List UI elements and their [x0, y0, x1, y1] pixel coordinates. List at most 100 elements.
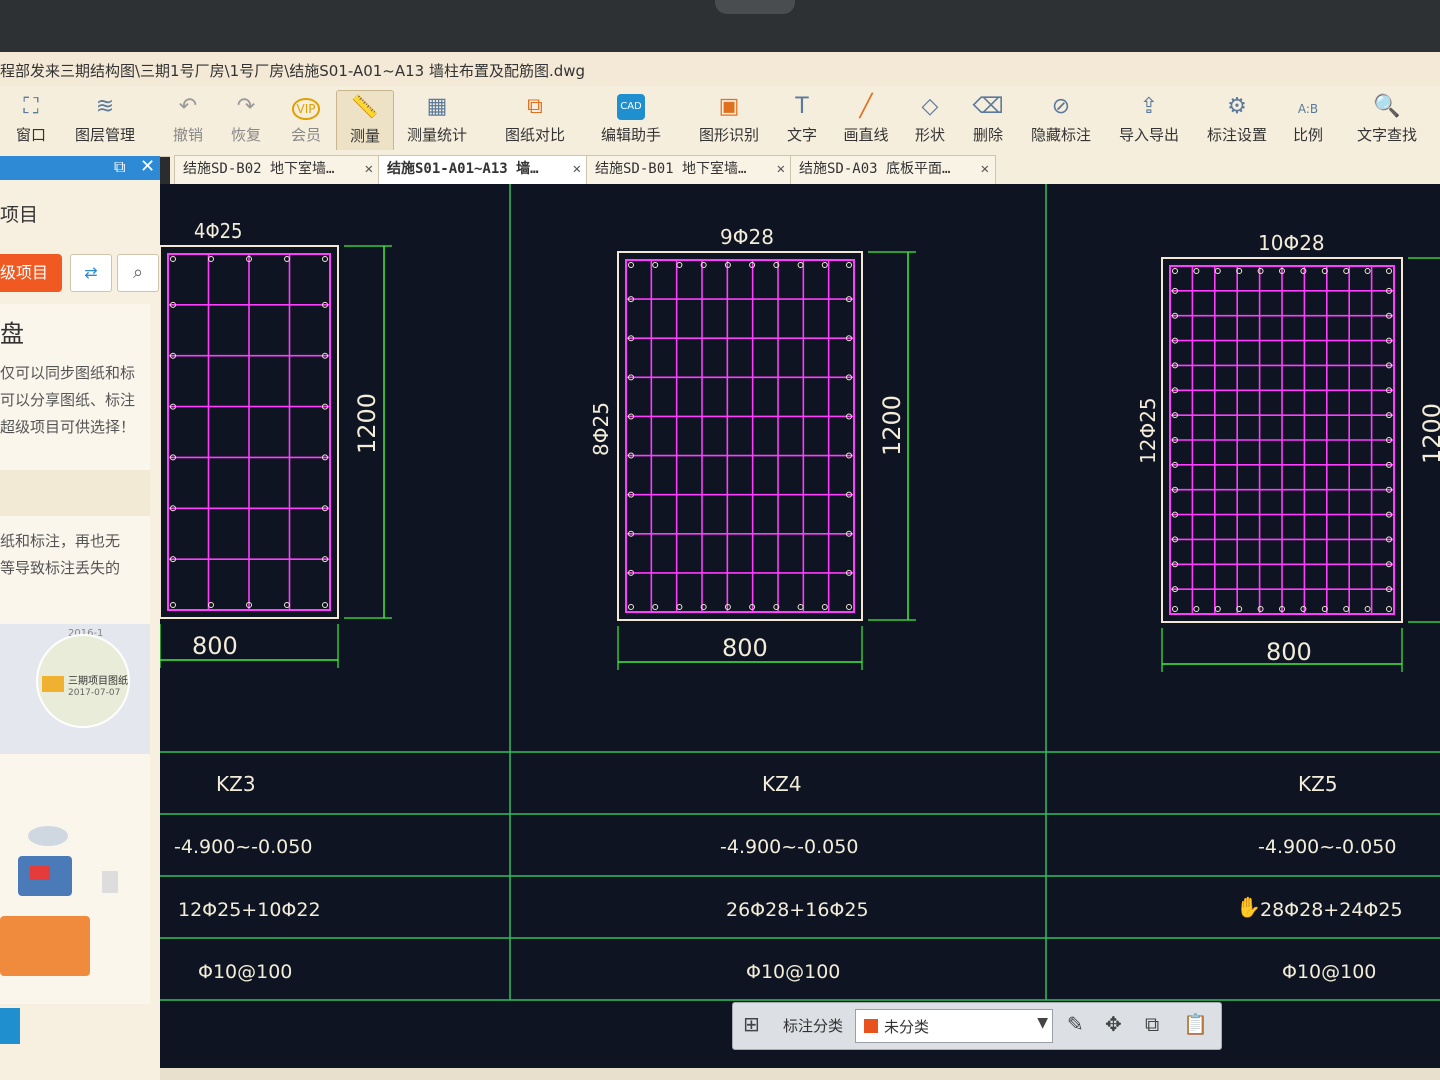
toolbar-scale-button[interactable]: A:B 比例 — [1288, 90, 1328, 152]
search-icon: ⌕ — [132, 262, 144, 283]
vip-text: VIP — [291, 98, 321, 120]
tab-label: 结施SD-B02 地下室墙… — [183, 161, 335, 177]
rebar-dot — [1386, 268, 1392, 274]
toolbar-measure-stats-button[interactable]: ▦ 测量统计 — [404, 90, 470, 152]
rebar-dot — [821, 604, 828, 610]
rebar-dot — [1214, 606, 1221, 612]
annotation-settings-icon: ⚙ — [1227, 94, 1247, 119]
close-tab-icon[interactable]: ✕ — [573, 156, 581, 182]
panel-divider-band — [0, 470, 150, 516]
tab-sd-b01[interactable]: 结施SD-B01 地下室墙… ✕ — [586, 155, 792, 184]
close-tab-icon[interactable]: ✕ — [981, 156, 989, 182]
toolbar-line-button[interactable]: ╱ 画直线 — [840, 90, 892, 152]
rebar-dot — [1343, 268, 1350, 274]
toolbar-import-export-button[interactable]: ⇪ 导入导出 — [1114, 90, 1184, 152]
edit-icon[interactable]: ✎ — [1067, 1012, 1084, 1036]
rebar-dot — [652, 604, 659, 610]
toolbar-text-button[interactable]: T 文字 — [782, 90, 822, 152]
col1-width-dim: 800 — [192, 632, 238, 660]
toolbar-shape-recognize-button[interactable]: ▣ 图形识别 — [696, 90, 762, 152]
rebar-dot — [322, 256, 328, 262]
toolbar-compare-button[interactable]: ⧉ 图纸对比 — [502, 90, 568, 152]
sync-button[interactable]: ⇄ — [70, 254, 112, 292]
folder-icon — [42, 676, 64, 692]
col2-top-rebar: 9Φ28 — [720, 225, 774, 249]
col3-elevation: -4.900~-0.050 — [1258, 836, 1396, 858]
toolbar-layers-button[interactable]: ≋ 图层管理 — [72, 90, 138, 152]
toolbar-edit-assistant-button[interactable]: CAD 编辑助手 — [598, 90, 664, 152]
category-color-swatch — [864, 1019, 878, 1033]
chevron-down-icon: ▼ — [1037, 1015, 1048, 1031]
compare-icon: ⧉ — [527, 94, 543, 119]
paste-icon[interactable]: 📋 — [1183, 1012, 1208, 1036]
panel-description: 超级项目可供选择！ — [0, 418, 136, 436]
toolbar-label: 比例 — [1292, 126, 1323, 144]
col3-main-rebar: 28Φ28+24Φ25 — [1260, 899, 1403, 921]
toolbar-measure-button[interactable]: 📏 测量 — [336, 90, 394, 154]
move-icon[interactable]: ✥ — [1105, 1012, 1122, 1036]
col2-side-rebar: 8Φ25 — [589, 402, 613, 456]
super-project-button[interactable]: 级项目 — [0, 254, 62, 292]
col3-top-rebar: 10Φ28 — [1258, 231, 1325, 255]
toolbar-label: 测量统计 — [406, 126, 467, 144]
toolbar-label: 测量 — [349, 127, 380, 145]
rebar-dot — [846, 262, 852, 268]
col3-stirrup: Φ10@100 — [1282, 961, 1376, 983]
drawing-canvas[interactable]: 4Φ25 800 1200 9Φ28 8Φ25 800 1200 10Φ28 1… — [160, 184, 1440, 1070]
close-tab-icon[interactable]: ✕ — [365, 156, 373, 182]
toolbar-label: 会员 — [290, 126, 321, 144]
annotation-category-label: 标注分类 — [783, 1017, 844, 1035]
toolbar-label: 文字查找 — [1356, 126, 1417, 144]
col2-main-rebar: 26Φ28+16Φ25 — [726, 899, 869, 921]
rebar-dot — [1193, 268, 1200, 274]
toolbar-vip-button[interactable]: VIP 会员 — [286, 90, 326, 152]
toolbar-text-search-button[interactable]: 🔍 文字查找 — [1352, 90, 1422, 152]
window-icon: ⛶ — [23, 94, 39, 119]
eraser-icon: ⌫ — [972, 94, 1004, 119]
toolbar-label: 删除 — [972, 126, 1003, 144]
close-icon[interactable]: ✕ — [140, 156, 155, 177]
panel-description: 可以分享图纸、标注 — [0, 391, 136, 409]
cad-drawing[interactable]: 4Φ25 800 1200 9Φ28 8Φ25 800 1200 10Φ28 1… — [160, 184, 1440, 1070]
toolbar-undo-button[interactable]: ↶ 撤销 — [168, 90, 208, 152]
search-button[interactable]: ⌕ — [117, 254, 159, 292]
toolbar-label: 隐藏标注 — [1030, 126, 1091, 144]
sidebar-illustration — [0, 816, 150, 986]
screen-bezel — [0, 0, 1440, 52]
rebar-dot — [1214, 268, 1221, 274]
toolbar-label: 形状 — [914, 126, 945, 144]
sidebar-blue-tab[interactable] — [0, 1008, 20, 1044]
tab-sd-b02[interactable]: 结施SD-B02 地下室墙… ✕ — [174, 155, 380, 184]
layers-icon: ≋ — [95, 94, 115, 119]
restore-icon[interactable]: ⧉ — [114, 157, 125, 177]
toolbar-shape-button[interactable]: ◇ 形状 — [910, 90, 950, 152]
column-section-1 — [160, 245, 392, 668]
column-section-3 — [1161, 257, 1440, 672]
tab-sd-a03[interactable]: 结施SD-A03 底板平面… ✕ — [790, 155, 996, 184]
toolbar-redo-button[interactable]: ↷ 恢复 — [226, 90, 266, 152]
annotation-category-select[interactable]: 未分类 ▼ — [855, 1009, 1053, 1043]
close-tab-icon[interactable]: ✕ — [777, 156, 785, 182]
toolbar-window-button[interactable]: ⛶ 窗口 — [8, 90, 54, 152]
rebar-dot — [676, 262, 683, 268]
rebar-dot — [1386, 606, 1392, 612]
column-section-2 — [617, 251, 916, 670]
col1-name: KZ3 — [216, 772, 256, 796]
hide-annotation-icon: ⊘ — [1051, 94, 1071, 119]
rebar-dot — [676, 604, 683, 610]
project-card[interactable]: 三期项目图纸 2017-07-07 — [36, 634, 130, 728]
grid-icon[interactable]: ⊞ — [743, 1012, 760, 1036]
toolbar-hide-annotation-button[interactable]: ⊘ 隐藏标注 — [1026, 90, 1096, 152]
hand-cursor-icon: ✋ — [1236, 895, 1261, 919]
rebar-dot — [846, 604, 852, 610]
project-card-name: 三期项目图纸 — [68, 676, 128, 687]
sidebar-title: 项目 — [0, 204, 39, 226]
toolbar-delete-button[interactable]: ⌫ 删除 — [968, 90, 1008, 152]
toolbar-annotation-settings-button[interactable]: ⚙ 标注设置 — [1202, 90, 1272, 152]
rebar-dot — [1172, 268, 1178, 274]
tab-s01-a01[interactable]: 结施S01-A01~A13 墙… ✕ — [378, 155, 588, 184]
col1-stirrup: Φ10@100 — [198, 961, 292, 983]
copy-icon[interactable]: ⧉ — [1145, 1012, 1159, 1036]
stirrup-outline — [625, 259, 855, 613]
rebar-dot — [797, 262, 804, 268]
